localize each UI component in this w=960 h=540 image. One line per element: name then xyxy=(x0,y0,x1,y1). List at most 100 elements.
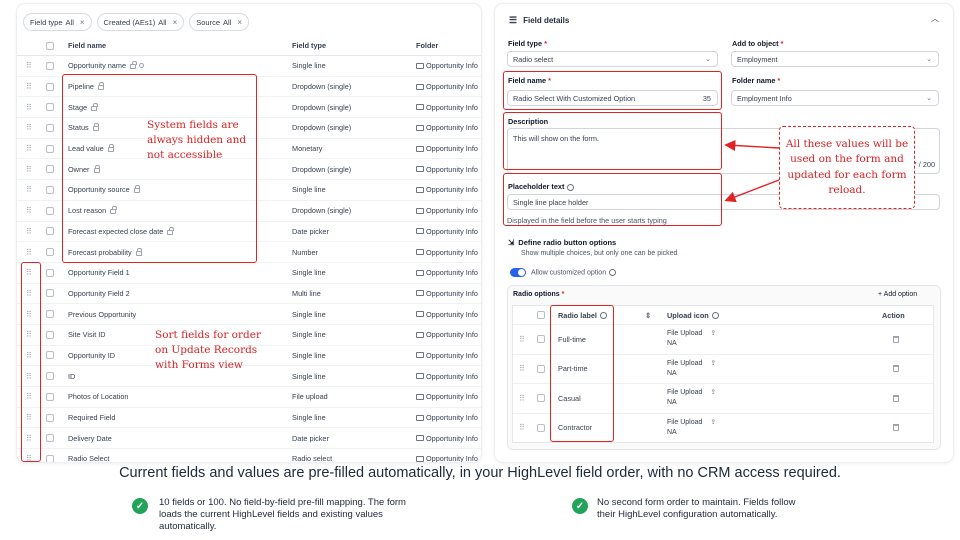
drag-handle-icon[interactable]: ⠿ xyxy=(26,139,36,159)
folder-name: Opportunity Info xyxy=(426,350,478,360)
footer-caption: Current fields and values are pre-filled… xyxy=(119,465,841,481)
folder-name: Opportunity Info xyxy=(426,433,478,443)
row-checkbox[interactable] xyxy=(46,268,54,277)
field-name: Previous Opportunity xyxy=(68,309,137,319)
table-row[interactable]: ⠿ Required Field Single line Opportunity In… xyxy=(17,408,481,429)
filter-field-type[interactable]: Field type All × xyxy=(23,13,92,31)
drag-handle-icon[interactable]: ⠿ xyxy=(26,56,36,76)
row-checkbox[interactable] xyxy=(46,289,54,298)
field-type: Single line xyxy=(292,330,326,340)
field-type: Single line xyxy=(292,371,326,381)
close-icon[interactable]: × xyxy=(80,18,85,27)
field-type: Date picker xyxy=(292,226,329,236)
folder-icon xyxy=(416,228,424,235)
system-fields-note: System fields are always hidden and not … xyxy=(147,119,247,161)
field-type: Number xyxy=(292,247,318,257)
folder-icon xyxy=(416,455,424,462)
field-type: Single line xyxy=(292,185,326,195)
field-type: File upload xyxy=(292,392,328,402)
row-checkbox[interactable] xyxy=(46,227,54,236)
row-checkbox[interactable] xyxy=(46,82,54,91)
table-row[interactable]: ⠿ Radio Select Radio select Opportunity Inf… xyxy=(17,449,481,462)
drag-handle-icon[interactable]: ⠿ xyxy=(26,201,36,221)
values-used-note: All these values will be used on the for… xyxy=(779,126,915,209)
table-row[interactable]: ⠿ Delivery Date Date picker Opportunity Inf… xyxy=(17,428,481,450)
field-type: Single line xyxy=(292,268,326,278)
folder-name: Opportunity Info xyxy=(426,185,478,195)
row-checkbox[interactable] xyxy=(46,454,54,462)
close-icon[interactable]: × xyxy=(237,18,242,27)
field-type: Dropdown (single) xyxy=(292,206,352,216)
field-name: Opportunity name xyxy=(68,61,127,71)
drag-handle-icon[interactable]: ⠿ xyxy=(26,180,36,200)
folder-icon xyxy=(416,124,424,131)
folder-icon xyxy=(416,186,424,193)
row-checkbox[interactable] xyxy=(46,413,54,422)
table-row[interactable]: ⠿ Opportunity Field 2 Multi line Opportunit… xyxy=(17,284,481,305)
close-icon[interactable]: × xyxy=(173,18,178,27)
drag-handle-icon[interactable]: ⠿ xyxy=(26,222,36,242)
table-row[interactable]: ⠿ Photos of Location File upload Opportunit… xyxy=(17,387,481,408)
field-type: Radio select xyxy=(292,454,333,462)
folder-name: Opportunity Info xyxy=(426,164,478,174)
row-checkbox[interactable] xyxy=(46,248,54,257)
column-header-folder[interactable]: Folder xyxy=(416,36,481,55)
search-icon[interactable] xyxy=(139,63,145,69)
row-checkbox[interactable] xyxy=(46,61,54,70)
row-checkbox[interactable] xyxy=(46,144,54,153)
filter-created[interactable]: Created (AEs1) All × xyxy=(96,13,185,31)
column-header-type[interactable]: Field type xyxy=(292,36,412,55)
field-name: Opportunity Field 1 xyxy=(68,268,130,278)
lock-icon xyxy=(130,61,137,70)
row-checkbox[interactable] xyxy=(46,392,54,401)
drag-handle-icon[interactable]: ⠿ xyxy=(26,118,36,138)
table-row[interactable]: ⠿ Opportunity Field 1 Single line Opportuni… xyxy=(17,263,481,284)
field-type: Dropdown (single) xyxy=(292,123,352,133)
field-type: Dropdown (single) xyxy=(292,82,352,92)
field-name: Site Visit ID xyxy=(68,330,106,340)
drag-handles-highlight xyxy=(21,262,41,462)
row-checkbox[interactable] xyxy=(46,434,54,443)
folder-icon xyxy=(416,435,424,442)
drag-handle-icon[interactable]: ⠿ xyxy=(26,97,36,117)
folder-name: Opportunity Info xyxy=(426,247,478,257)
row-checkbox[interactable] xyxy=(46,372,54,381)
filter-value: All xyxy=(223,17,232,27)
row-checkbox[interactable] xyxy=(46,123,54,132)
folder-name: Opportunity Info xyxy=(426,371,478,381)
row-checkbox[interactable] xyxy=(46,310,54,319)
field-name: Opportunity Field 2 xyxy=(68,288,130,298)
field-type: Monetary xyxy=(292,144,323,154)
row-checkbox[interactable] xyxy=(46,206,54,215)
folder-icon xyxy=(416,249,424,256)
row-checkbox[interactable] xyxy=(46,165,54,174)
folder-icon xyxy=(416,104,424,111)
select-all-checkbox[interactable] xyxy=(46,41,54,50)
field-name: ID xyxy=(68,371,76,381)
folder-name: Opportunity Info xyxy=(426,288,478,298)
annotation-arrows xyxy=(724,139,780,203)
row-checkbox[interactable] xyxy=(46,103,54,112)
folder-name: Opportunity Info xyxy=(426,102,478,112)
folder-icon xyxy=(416,62,424,69)
row-checkbox[interactable] xyxy=(46,185,54,194)
filter-value: All xyxy=(65,17,74,27)
table-row[interactable]: ⠿ Previous Opportunity Single line Opportun… xyxy=(17,304,481,325)
table-header: Field name Field type Folder xyxy=(17,36,481,56)
folder-icon xyxy=(416,352,424,359)
folder-name: Opportunity Info xyxy=(426,392,478,402)
drag-handle-icon[interactable]: ⠿ xyxy=(26,159,36,179)
drag-handle-icon[interactable]: ⠿ xyxy=(26,242,36,262)
folder-name: Opportunity Info xyxy=(426,413,478,423)
field-name: Delivery Date xyxy=(68,433,112,443)
folder-name: Opportunity Info xyxy=(426,454,478,462)
row-checkbox[interactable] xyxy=(46,330,54,339)
filter-source[interactable]: Source All × xyxy=(189,13,250,31)
folder-icon xyxy=(416,83,424,90)
column-header-name[interactable]: Field name xyxy=(68,36,288,55)
field-type: Dropdown (single) xyxy=(292,102,352,112)
drag-handle-icon[interactable]: ⠿ xyxy=(26,77,36,97)
row-checkbox[interactable] xyxy=(46,351,54,360)
sort-fields-note: Sort fields for order on Update Records … xyxy=(155,329,261,371)
folder-name: Opportunity Info xyxy=(426,61,478,71)
